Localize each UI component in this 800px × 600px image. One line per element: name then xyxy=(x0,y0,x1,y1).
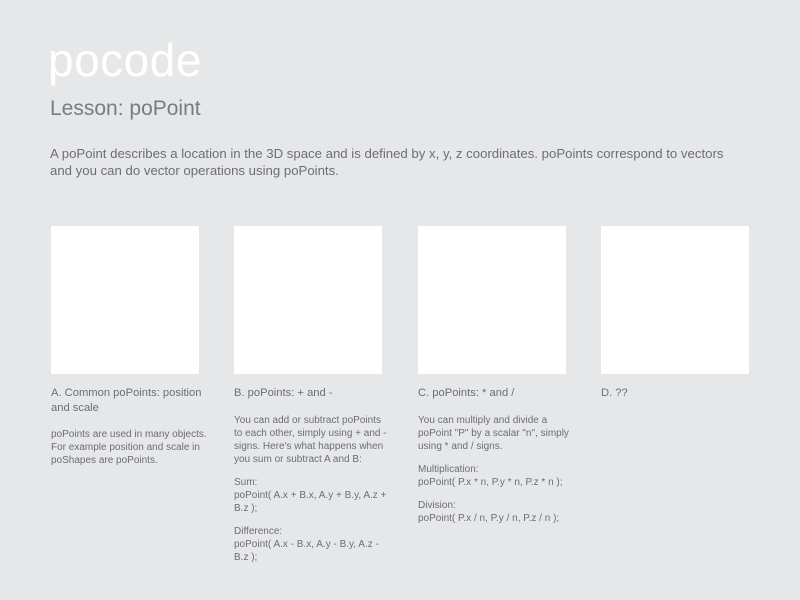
card-b-sum-block: Sum: poPoint( A.x + B.x, A.y + B.y, A.z … xyxy=(234,476,394,515)
lesson-card-d: D. ?? xyxy=(601,226,761,401)
card-a-body: poPoints are used in many objects. For e… xyxy=(51,428,211,467)
card-c-div-code: poPoint( P.x / n, P.y / n, P.z / n ); xyxy=(418,512,560,524)
card-b-body-line-4: you sum or subtract A and B: xyxy=(234,453,362,465)
card-b-body-line-2: to each other, simply using + and - xyxy=(234,427,387,439)
card-c-div-block: Division: poPoint( P.x / n, P.y / n, P.z… xyxy=(418,499,578,525)
card-c-mult-label: Multiplication: xyxy=(418,463,479,475)
intro-line-2: and you can do vector operations using p… xyxy=(50,163,339,178)
card-d-title: D. ?? xyxy=(601,386,761,401)
card-b-diff-code: poPoint( A.x - B.x, A.y - B.y, A.z - B.z… xyxy=(234,538,379,563)
lesson-card-a: A. Common poPoints: position and scale p… xyxy=(51,226,211,467)
card-b-image[interactable] xyxy=(234,226,382,374)
card-c-body-line-2: poPoint "P" by a scalar "n", simply xyxy=(418,427,569,439)
lesson-title: Lesson: poPoint xyxy=(50,97,201,120)
card-a-title-line-1: A. Common poPoints: position xyxy=(51,387,202,399)
card-b-body-line-3: signs. Here's what happens when xyxy=(234,440,384,452)
card-a-image[interactable] xyxy=(51,226,199,374)
card-c-image[interactable] xyxy=(418,226,566,374)
card-c-mult-block: Multiplication: poPoint( P.x * n, P.y * … xyxy=(418,463,578,489)
card-c-body-line-3: using * and / signs. xyxy=(418,440,503,452)
card-a-body-line-2: For example position and scale in xyxy=(51,442,200,453)
card-c-mult-code: poPoint( P.x * n, P.y * n, P.z * n ); xyxy=(418,476,563,488)
card-b-diff-block: Difference: poPoint( A.x - B.x, A.y - B.… xyxy=(234,525,394,564)
card-b-body-line-1: You can add or subtract poPoints xyxy=(234,414,381,426)
card-c-body: You can multiply and divide a poPoint "P… xyxy=(418,414,578,453)
card-a-body-line-1: poPoints are used in many objects. xyxy=(51,429,207,440)
card-c-title: C. poPoints: * and / xyxy=(418,386,578,401)
card-b-body: You can add or subtract poPoints to each… xyxy=(234,414,394,466)
card-b-title-line-1: B. poPoints: + and - xyxy=(234,387,333,399)
card-d-image[interactable] xyxy=(601,226,749,374)
intro-line-1: A poPoint describes a location in the 3D… xyxy=(50,146,724,161)
lesson-card-c: C. poPoints: * and / You can multiply an… xyxy=(418,226,578,525)
card-c-title-line-1: C. poPoints: * and / xyxy=(418,387,515,399)
card-b-diff-label: Difference: xyxy=(234,525,283,537)
card-b-title: B. poPoints: + and - xyxy=(234,386,394,401)
card-a-title: A. Common poPoints: position and scale xyxy=(51,386,211,415)
card-c-div-label: Division: xyxy=(418,499,456,511)
lesson-card-b: B. poPoints: + and - You can add or subt… xyxy=(234,226,394,564)
card-d-title-line-1: D. ?? xyxy=(601,387,628,399)
card-a-body-line-3: poShapes are poPoints. xyxy=(51,455,158,466)
card-b-sum-label: Sum: xyxy=(234,476,258,488)
intro-text: A poPoint describes a location in the 3D… xyxy=(50,145,740,179)
card-c-body-line-1: You can multiply and divide a xyxy=(418,414,548,426)
card-a-title-line-2: and scale xyxy=(51,401,99,414)
card-b-sum-code: poPoint( A.x + B.x, A.y + B.y, A.z + B.z… xyxy=(234,489,387,514)
brand-title: pocode xyxy=(48,34,202,86)
